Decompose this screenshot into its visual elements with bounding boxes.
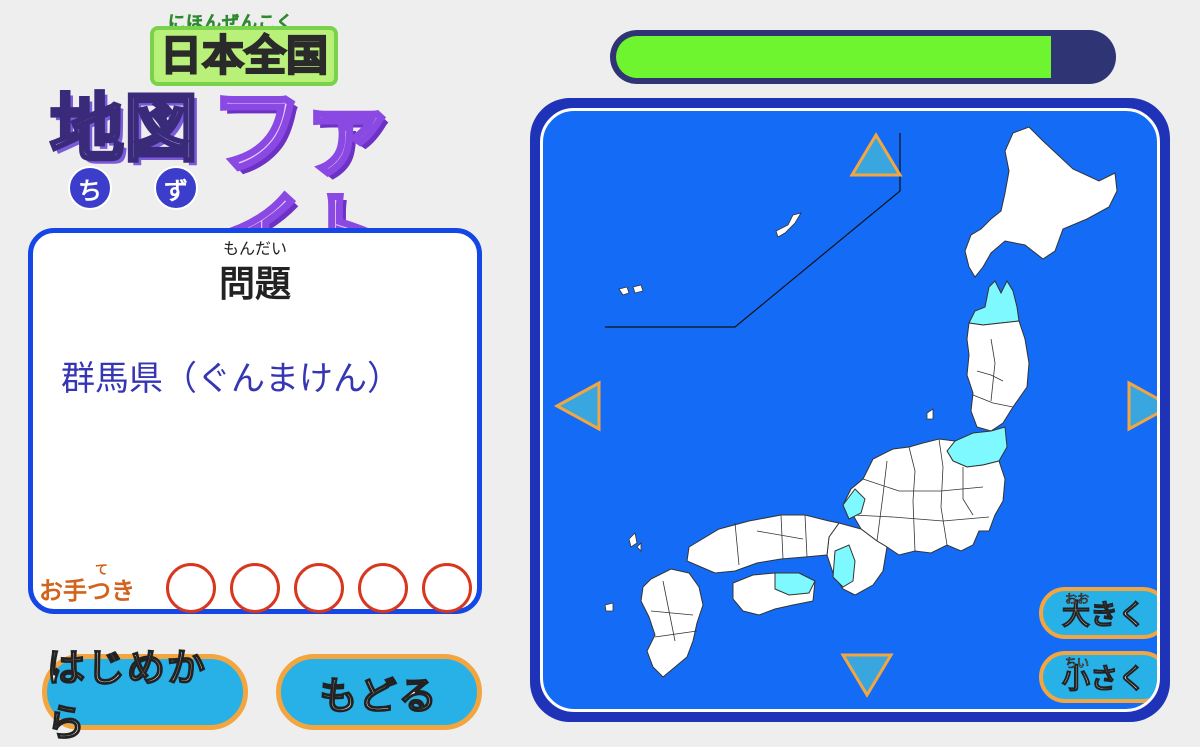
back-button[interactable]: もどる [276,654,482,730]
island [636,542,642,552]
region-tokushima[interactable] [774,572,816,596]
region-kyushu[interactable] [640,568,704,678]
logo-ruby-zu: ず [154,166,198,210]
miss-circle [422,563,472,613]
question-panel: もんだい 問題 群馬県（ぐんまけん） て お手つき [28,228,482,614]
island [618,286,630,296]
region-nara[interactable] [832,544,856,588]
miss-label: お手つき [39,577,135,605]
zoom-out-button[interactable]: ちい 小さく [1039,651,1157,703]
question-text: 群馬県（ぐんまけん） [61,359,401,399]
restart-button[interactable]: はじめから [42,645,248,746]
arrow-up-icon[interactable] [849,132,903,177]
miss-circle [166,563,216,613]
zoom-in-ruby: おお [1065,592,1090,606]
okinawa-inset-border [605,133,901,328]
miss-circle [358,563,408,613]
map-panel: おお 大きく ちい 小さく [530,98,1170,722]
island [604,602,614,612]
progress-bar-fill [616,36,1051,78]
island [628,532,638,548]
region-tohoku-north[interactable] [966,320,1030,432]
arrow-left-icon[interactable] [553,380,601,432]
zoom-in-button[interactable]: おお 大きく [1039,587,1157,639]
miss-circle [294,563,344,613]
region-hokkaido[interactable] [964,126,1118,278]
progress-bar [610,30,1116,84]
map-viewport[interactable]: おお 大きく ちい 小さく [540,108,1160,712]
question-title: 問題 [218,264,291,305]
miss-circle [230,563,280,613]
island [632,284,644,294]
logo-line1: 日本全国 [154,30,335,82]
zoom-out-ruby: ちい [1065,656,1090,670]
region-chugoku[interactable] [686,514,840,574]
logo-chizu: 地図 [49,85,200,174]
arrow-down-icon[interactable] [840,653,894,698]
okinawa-island[interactable] [775,212,802,238]
miss-slots [166,563,472,613]
island [926,408,934,420]
region-aomori[interactable] [968,279,1020,326]
logo-ruby-chi: ち [68,166,112,210]
game-logo: にほんぜんこく 日本全国 地図 ファイト ち ず [49,4,470,292]
arrow-right-icon[interactable] [1127,380,1160,432]
